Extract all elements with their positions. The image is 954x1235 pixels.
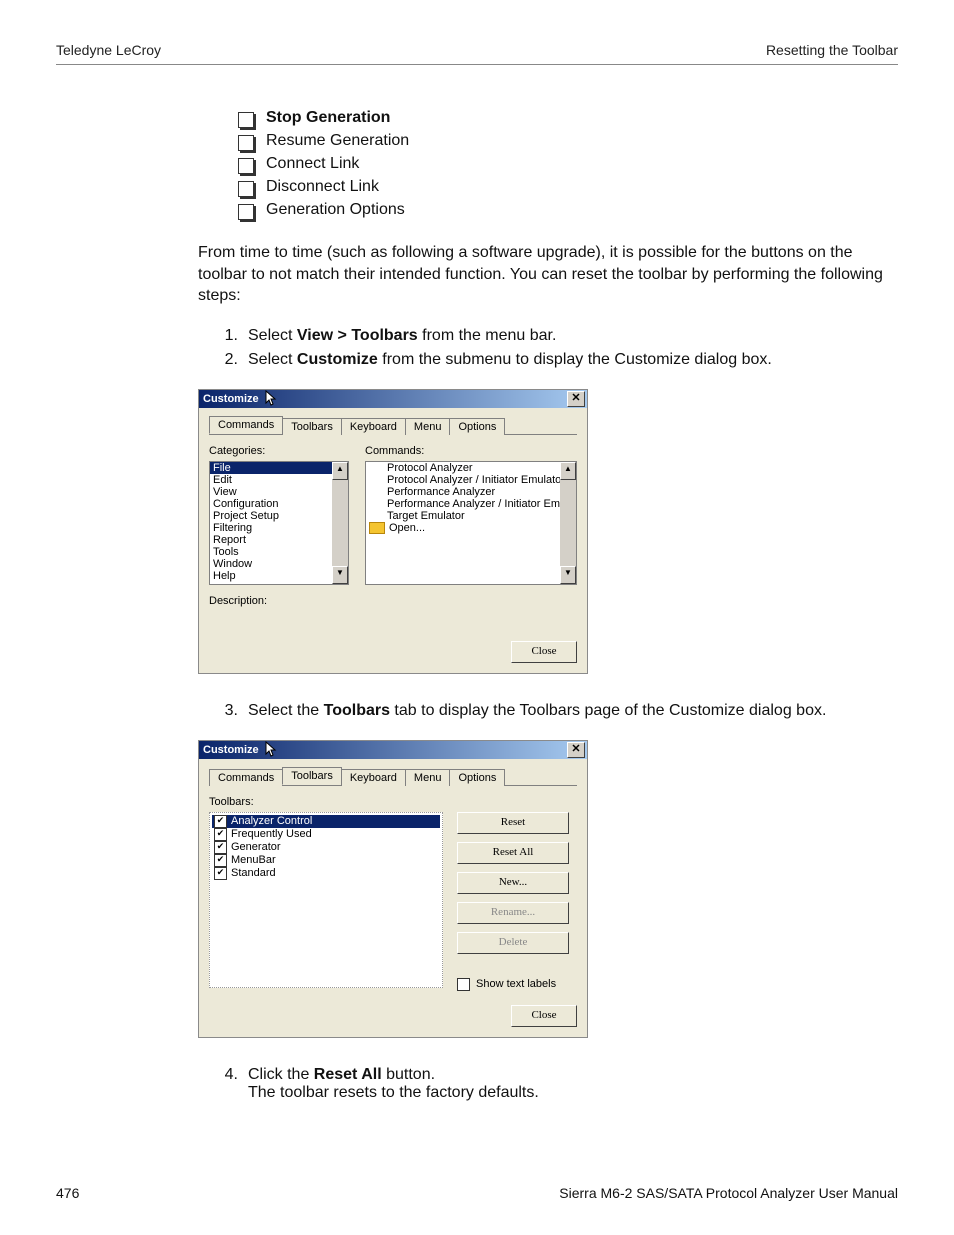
- commands-listbox[interactable]: Protocol Analyzer Protocol Analyzer / In…: [365, 461, 577, 585]
- checkbox-icon[interactable]: ✔: [214, 815, 227, 828]
- step-text: Select View > Toolbars from the menu bar…: [248, 327, 888, 345]
- scrollbar[interactable]: ▲ ▼: [560, 462, 576, 584]
- tab-menu[interactable]: Menu: [405, 769, 451, 786]
- bullet-text: Stop Generation: [266, 109, 390, 127]
- step-number: 4.: [216, 1066, 238, 1102]
- intro-paragraph: From time to time (such as following a s…: [198, 242, 888, 307]
- close-button[interactable]: Close: [511, 1005, 577, 1027]
- cursor-icon: [265, 741, 279, 759]
- step-text: Select Customize from the submenu to dis…: [248, 351, 888, 369]
- bullet-icon: [238, 158, 254, 174]
- bullet-text: Resume Generation: [266, 132, 409, 150]
- list-item[interactable]: ✔Generator: [212, 841, 440, 854]
- close-icon[interactable]: ✕: [567, 391, 585, 407]
- list-item[interactable]: ✔MenuBar: [212, 854, 440, 867]
- list-item[interactable]: ✔Analyzer Control: [212, 815, 440, 828]
- open-icon: [369, 522, 385, 534]
- categories-listbox[interactable]: File Edit View Configuration Project Set…: [209, 461, 349, 585]
- tab-bar: Commands Toolbars Keyboard Menu Options: [209, 416, 577, 435]
- toolbars-listbox[interactable]: ✔Analyzer Control ✔Frequently Used ✔Gene…: [209, 812, 443, 988]
- list-item[interactable]: Filtering: [210, 522, 348, 534]
- list-item[interactable]: Protocol Analyzer: [366, 462, 576, 474]
- list-item[interactable]: Open...: [366, 522, 576, 534]
- bullet-list: Stop Generation Resume Generation Connec…: [198, 109, 888, 220]
- list-item[interactable]: Edit: [210, 474, 348, 486]
- list-item[interactable]: Target Emulator: [366, 510, 576, 522]
- scrollbar[interactable]: ▲ ▼: [332, 462, 348, 584]
- scroll-down-icon[interactable]: ▼: [560, 566, 576, 584]
- list-item[interactable]: ✔Standard: [212, 867, 440, 880]
- bullet-icon: [238, 112, 254, 128]
- tab-keyboard[interactable]: Keyboard: [341, 769, 406, 786]
- description-label: Description:: [209, 595, 273, 607]
- dialog-title: Customize: [203, 393, 259, 405]
- step-number: 1.: [216, 327, 238, 345]
- list-item[interactable]: View: [210, 486, 348, 498]
- scroll-down-icon[interactable]: ▼: [332, 566, 348, 584]
- tab-commands[interactable]: Commands: [209, 416, 283, 434]
- checkbox-icon[interactable]: ✔: [214, 841, 227, 854]
- reset-button[interactable]: Reset: [457, 812, 569, 834]
- bullet-icon: [238, 181, 254, 197]
- new-button[interactable]: New...: [457, 872, 569, 894]
- step-number: 3.: [216, 702, 238, 720]
- checkbox-icon[interactable]: ✔: [214, 854, 227, 867]
- reset-all-button[interactable]: Reset All: [457, 842, 569, 864]
- bullet-text: Generation Options: [266, 201, 405, 219]
- list-item[interactable]: Report: [210, 534, 348, 546]
- close-icon[interactable]: ✕: [567, 742, 585, 758]
- commands-label: Commands:: [365, 445, 577, 457]
- tab-options[interactable]: Options: [449, 418, 505, 435]
- bullet-icon: [238, 204, 254, 220]
- show-text-labels[interactable]: Show text labels: [457, 978, 577, 991]
- dialog-title: Customize: [203, 744, 259, 756]
- tab-bar: Commands Toolbars Keyboard Menu Options: [209, 767, 577, 786]
- command-icon: [369, 511, 383, 521]
- step-number: 2.: [216, 351, 238, 369]
- command-icon: [369, 499, 383, 509]
- scroll-up-icon[interactable]: ▲: [332, 462, 348, 480]
- tab-menu[interactable]: Menu: [405, 418, 451, 435]
- toolbars-label: Toolbars:: [209, 796, 577, 808]
- bullet-icon: [238, 135, 254, 151]
- list-item[interactable]: Help: [210, 570, 348, 582]
- tab-options[interactable]: Options: [449, 769, 505, 786]
- tab-toolbars[interactable]: Toolbars: [282, 767, 342, 785]
- command-icon: [369, 463, 383, 473]
- cursor-icon: [265, 390, 279, 408]
- manual-title: Sierra M6-2 SAS/SATA Protocol Analyzer U…: [559, 1185, 898, 1201]
- scroll-up-icon[interactable]: ▲: [560, 462, 576, 480]
- page-number: 476: [56, 1185, 79, 1201]
- checkbox-icon[interactable]: [457, 978, 470, 991]
- list-item[interactable]: Window: [210, 558, 348, 570]
- customize-dialog-toolbars: Customize ✕ Commands Toolbars Keyboard M…: [198, 740, 588, 1038]
- close-button[interactable]: Close: [511, 641, 577, 663]
- list-item[interactable]: Configuration: [210, 498, 348, 510]
- list-item[interactable]: Performance Analyzer / Initiator Em: [366, 498, 576, 510]
- list-item[interactable]: ✔Frequently Used: [212, 828, 440, 841]
- checkbox-icon[interactable]: ✔: [214, 867, 227, 880]
- bullet-text: Connect Link: [266, 155, 359, 173]
- list-item[interactable]: Performance Analyzer: [366, 486, 576, 498]
- tab-toolbars[interactable]: Toolbars: [282, 418, 342, 435]
- header-left: Teledyne LeCroy: [56, 42, 161, 58]
- command-icon: [369, 475, 383, 485]
- rename-button: Rename...: [457, 902, 569, 924]
- checkbox-icon[interactable]: ✔: [214, 828, 227, 841]
- customize-dialog-commands: Customize ✕ Commands Toolbars Keyboard M…: [198, 389, 588, 674]
- list-item[interactable]: File: [210, 462, 348, 474]
- list-item[interactable]: Protocol Analyzer / Initiator Emulato: [366, 474, 576, 486]
- header-right: Resetting the Toolbar: [766, 42, 898, 58]
- bullet-text: Disconnect Link: [266, 178, 379, 196]
- step-text: Click the Reset All button. The toolbar …: [248, 1066, 888, 1102]
- list-item[interactable]: Tools: [210, 546, 348, 558]
- tab-commands[interactable]: Commands: [209, 769, 283, 786]
- step-text: Select the Toolbars tab to display the T…: [248, 702, 888, 720]
- delete-button: Delete: [457, 932, 569, 954]
- categories-label: Categories:: [209, 445, 349, 457]
- command-icon: [369, 487, 383, 497]
- description-box: [273, 595, 577, 627]
- list-item[interactable]: Project Setup: [210, 510, 348, 522]
- tab-keyboard[interactable]: Keyboard: [341, 418, 406, 435]
